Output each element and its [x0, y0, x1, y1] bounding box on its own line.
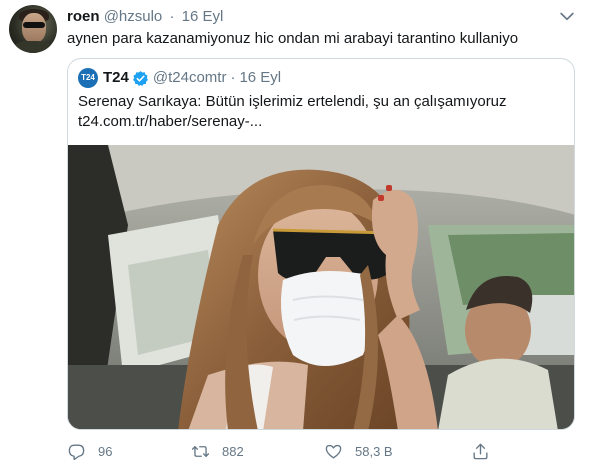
- like-count: 58,3 B: [355, 443, 393, 459]
- reply-icon: [68, 443, 85, 460]
- quote-link[interactable]: t24.com.tr/haber/serenay-...: [78, 112, 507, 132]
- avatar-glasses: [23, 22, 45, 28]
- quote-date[interactable]: 16 Eyl: [239, 68, 281, 88]
- tweet-actions: 96 882 58,3 B: [0, 438, 589, 464]
- share-icon: [473, 443, 488, 459]
- retweet-button[interactable]: 882: [191, 438, 244, 464]
- tweet-text: aynen para kazanamiyonuz hic ondan mi ar…: [67, 30, 519, 47]
- retweet-count: 882: [222, 443, 244, 459]
- header-separator: ·: [169, 8, 175, 25]
- reply-button[interactable]: 96: [67, 438, 112, 464]
- quoted-tweet[interactable]: T24 T24 @t24comtr · 16 Eyl Serenay Sarık…: [67, 58, 575, 430]
- tweet[interactable]: roen @hzsulo · 16 Eyl aynen para kazanam…: [0, 0, 589, 468]
- quote-handle[interactable]: @t24comtr: [153, 68, 227, 88]
- quote-header: T24 T24 @t24comtr · 16 Eyl: [78, 68, 281, 88]
- author-handle[interactable]: @hzsulo: [104, 8, 163, 25]
- author-display-name[interactable]: roen: [67, 8, 100, 25]
- chevron-down-icon: [560, 12, 574, 21]
- reply-count: 96: [98, 443, 113, 459]
- share-button[interactable]: [471, 438, 502, 464]
- heart-icon: [325, 444, 342, 459]
- retweet-icon: [191, 445, 210, 457]
- tweet-header: roen @hzsulo · 16 Eyl: [67, 7, 223, 27]
- tweet-more-button[interactable]: [557, 6, 579, 26]
- like-button[interactable]: 58,3 B: [324, 438, 393, 464]
- quote-text: Serenay Sarıkaya: Bütün işlerimiz ertele…: [78, 92, 507, 132]
- tweet-date[interactable]: 16 Eyl: [182, 8, 224, 25]
- quote-avatar[interactable]: T24: [78, 68, 98, 88]
- avatar-shirt: [13, 41, 53, 53]
- author-avatar[interactable]: [9, 5, 57, 53]
- verified-badge-icon: [132, 70, 148, 86]
- quote-text-line1: Serenay Sarıkaya: Bütün işlerimiz ertele…: [78, 93, 507, 110]
- avatar-face: [22, 13, 46, 43]
- quote-separator: ·: [230, 69, 236, 86]
- quote-photo[interactable]: [68, 145, 574, 429]
- woman-in-car-photo-illustration: [68, 145, 574, 429]
- quote-display-name[interactable]: T24: [103, 68, 129, 88]
